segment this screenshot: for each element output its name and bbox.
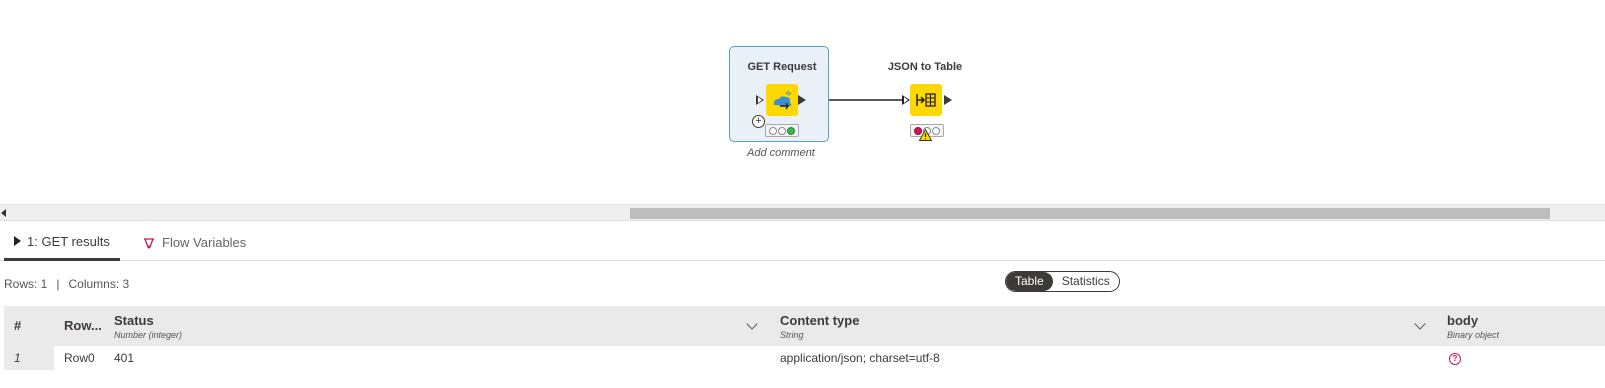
column-type: Number (integer): [114, 330, 183, 340]
column-name: Status: [114, 313, 154, 328]
status-light-off-icon: [777, 126, 786, 135]
rows-count: Rows: 1: [4, 277, 48, 291]
chevron-down-icon[interactable]: [746, 318, 758, 330]
column-type: Binary object: [1447, 330, 1500, 340]
column-name: body: [1447, 313, 1479, 328]
row-id: Row0: [64, 351, 95, 365]
tab-get-results[interactable]: 1: GET results: [4, 224, 120, 261]
output-port-tabs: 1: GET results Flow Variables: [0, 224, 1605, 261]
column-type: String: [780, 330, 804, 340]
header-status[interactable]: Status Number (integer): [114, 306, 774, 346]
header-index: #: [14, 306, 54, 346]
info-separator: |: [56, 277, 60, 291]
node-output-port[interactable]: [798, 95, 806, 105]
header-rowid-label: Row...: [64, 318, 102, 333]
status-light-off-icon: [932, 126, 941, 135]
add-comment-link[interactable]: Add comment: [747, 147, 815, 159]
scroll-left-arrow-icon[interactable]: [1, 209, 6, 217]
header-body[interactable]: body Binary object: [1447, 306, 1597, 346]
status-light-green-icon: [787, 126, 796, 135]
horizontal-scrollbar[interactable]: [0, 204, 1605, 221]
json-to-table-icon: [916, 93, 936, 107]
table-header: # Row... Status Number (integer) Content…: [4, 306, 1605, 346]
tab-label: Flow Variables: [162, 235, 247, 250]
flow-variable-icon: [144, 237, 154, 248]
node-input-port[interactable]: [756, 95, 764, 105]
json-to-table-node[interactable]: [910, 84, 942, 116]
tab-flow-variables[interactable]: Flow Variables: [138, 224, 250, 261]
node-status-traffic-light: [765, 124, 799, 137]
toggle-table[interactable]: Table: [1006, 272, 1053, 291]
add-port-icon[interactable]: +: [752, 115, 765, 128]
cell-status[interactable]: 401: [114, 346, 134, 370]
node-title-get-request[interactable]: GET Request: [722, 61, 842, 73]
status-light-off-icon: [768, 126, 777, 135]
node-title-json-to-table[interactable]: JSON to Table: [865, 61, 985, 73]
workflow-canvas[interactable]: GET Request + Add comment JSON to Table: [0, 0, 1605, 204]
scrollbar-thumb[interactable]: [630, 208, 1550, 219]
header-rowid[interactable]: Row...: [64, 306, 112, 346]
node-input-port[interactable]: [902, 95, 910, 105]
table-row[interactable]: 1 Row0 401 application/json; charset=utf…: [4, 346, 1605, 370]
cell-content-type[interactable]: application/json; charset=utf-8: [780, 346, 940, 370]
table-info: Rows: 1 | Columns: 3: [4, 277, 129, 291]
header-index-label: #: [14, 318, 22, 333]
columns-count: Columns: 3: [68, 277, 130, 291]
missing-value-icon[interactable]: ?: [1449, 353, 1461, 365]
toggle-statistics[interactable]: Statistics: [1053, 272, 1119, 291]
rest-get-icon: [773, 90, 792, 110]
play-triangle-icon: [14, 236, 21, 246]
column-name: Content type: [780, 313, 860, 328]
chevron-down-icon[interactable]: [1414, 318, 1426, 330]
node-output-port[interactable]: [944, 95, 952, 105]
row-index: 1: [4, 346, 54, 370]
get-request-node[interactable]: [766, 84, 798, 116]
warning-icon: [919, 129, 932, 141]
header-content-type[interactable]: Content type String: [780, 306, 1440, 346]
view-toggle[interactable]: Table Statistics: [1005, 271, 1120, 292]
tab-label: 1: GET results: [27, 233, 110, 249]
